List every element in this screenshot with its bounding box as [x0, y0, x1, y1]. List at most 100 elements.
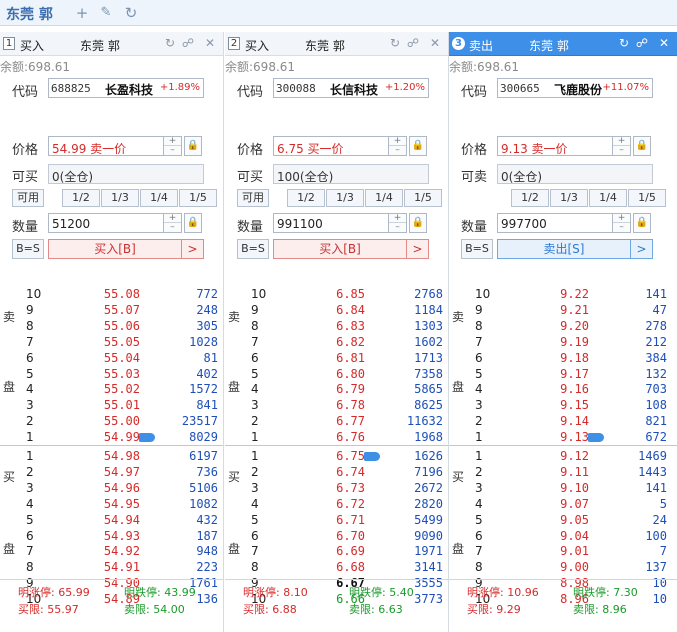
- link-icon[interactable]: ☍: [406, 36, 420, 50]
- ask-row[interactable]: 1 9.13 672: [449, 429, 677, 445]
- quantity-input[interactable]: 997700: [497, 213, 613, 233]
- fraction-button-2[interactable]: 1/2: [62, 189, 100, 207]
- ask-row[interactable]: 2 9.14 821: [449, 413, 677, 429]
- ask-row[interactable]: 3 55.01 841: [0, 397, 223, 413]
- stock-code-input[interactable]: 300088 长信科技 +1.20%: [273, 78, 429, 98]
- stepper-down-icon[interactable]: –: [389, 223, 406, 232]
- b-equals-s-button[interactable]: B=S: [237, 239, 269, 259]
- bid-row[interactable]: 8 6.68 3141: [225, 559, 448, 575]
- fraction-button-5[interactable]: 1/5: [404, 189, 442, 207]
- edit-icon[interactable]: ✎: [96, 3, 116, 23]
- ask-row[interactable]: 4 9.16 703: [449, 381, 677, 397]
- bid-row[interactable]: 1 54.98 6197: [0, 448, 223, 464]
- bid-row[interactable]: 3 54.96 5106: [0, 480, 223, 496]
- fraction-button-4[interactable]: 1/4: [589, 189, 627, 207]
- ask-row[interactable]: 1 6.76 1968: [225, 429, 448, 445]
- fraction-button-4[interactable]: 1/4: [140, 189, 178, 207]
- ask-row[interactable]: 5 55.03 402: [0, 366, 223, 382]
- ask-row[interactable]: 8 6.83 1303: [225, 318, 448, 334]
- price-input[interactable]: 54.99 卖一价: [48, 136, 164, 156]
- fraction-button-3[interactable]: 1/3: [326, 189, 364, 207]
- bid-row[interactable]: 3 9.10 141: [449, 480, 677, 496]
- refresh-icon[interactable]: ↻: [121, 3, 141, 23]
- bid-row[interactable]: 2 6.74 7196: [225, 464, 448, 480]
- fraction-button-2[interactable]: 1/2: [511, 189, 549, 207]
- bid-row[interactable]: 4 54.95 1082: [0, 496, 223, 512]
- ask-row[interactable]: 6 6.81 1713: [225, 350, 448, 366]
- bid-row[interactable]: 8 9.00 137: [449, 559, 677, 575]
- quantity-input[interactable]: 991100: [273, 213, 389, 233]
- price-input[interactable]: 9.13 卖一价: [497, 136, 613, 156]
- quantity-stepper[interactable]: + –: [164, 213, 182, 233]
- chevron-right-icon[interactable]: >: [407, 239, 429, 259]
- fraction-button-3[interactable]: 1/3: [550, 189, 588, 207]
- lock-icon[interactable]: 🔒: [633, 136, 651, 156]
- bid-row[interactable]: 1 6.75 1626: [225, 448, 448, 464]
- ask-row[interactable]: 7 9.19 212: [449, 334, 677, 350]
- link-icon[interactable]: ☍: [181, 36, 195, 50]
- ask-row[interactable]: 5 9.17 132: [449, 366, 677, 382]
- ask-row[interactable]: 5 6.80 7358: [225, 366, 448, 382]
- fraction-button-5[interactable]: 1/5: [628, 189, 666, 207]
- ask-row[interactable]: 7 6.82 1602: [225, 334, 448, 350]
- ask-row[interactable]: 7 55.05 1028: [0, 334, 223, 350]
- available-button[interactable]: 可用: [237, 189, 269, 207]
- ask-row[interactable]: 8 9.20 278: [449, 318, 677, 334]
- lock-icon[interactable]: 🔒: [633, 213, 651, 233]
- ask-row[interactable]: 10 9.22 141: [449, 286, 677, 302]
- panel-header[interactable]: 1 买入 东莞 郭 ↻ ☍ ✕: [0, 32, 223, 56]
- quantity-stepper[interactable]: + –: [389, 213, 407, 233]
- quantity-input[interactable]: 51200: [48, 213, 164, 233]
- close-icon[interactable]: ✕: [428, 36, 442, 50]
- bid-row[interactable]: 7 54.92 948: [0, 543, 223, 559]
- bid-row[interactable]: 6 6.70 9090: [225, 528, 448, 544]
- ask-row[interactable]: 9 55.07 248: [0, 302, 223, 318]
- bid-row[interactable]: 5 54.94 432: [0, 512, 223, 528]
- ask-row[interactable]: 10 55.08 772: [0, 286, 223, 302]
- stock-code-input[interactable]: 300665 飞鹿股份 +11.07%: [497, 78, 653, 98]
- fraction-button-3[interactable]: 1/3: [101, 189, 139, 207]
- close-icon[interactable]: ✕: [657, 36, 671, 50]
- price-stepper[interactable]: + –: [389, 136, 407, 156]
- panel-header[interactable]: 3 卖出 东莞 郭 ↻ ☍ ✕: [449, 32, 677, 56]
- ask-row[interactable]: 10 6.85 2768: [225, 286, 448, 302]
- bid-row[interactable]: 3 6.73 2672: [225, 480, 448, 496]
- close-icon[interactable]: ✕: [203, 36, 217, 50]
- stepper-down-icon[interactable]: –: [389, 146, 406, 155]
- refresh-icon[interactable]: ↻: [388, 36, 402, 50]
- submit-order-button[interactable]: 卖出[S]: [497, 239, 631, 259]
- bid-row[interactable]: 4 9.07 5: [449, 496, 677, 512]
- ask-row[interactable]: 8 55.06 305: [0, 318, 223, 334]
- stepper-down-icon[interactable]: –: [164, 223, 181, 232]
- ask-row[interactable]: 3 6.78 8625: [225, 397, 448, 413]
- bid-row[interactable]: 1 9.12 1469: [449, 448, 677, 464]
- bid-row[interactable]: 7 9.01 7: [449, 543, 677, 559]
- bid-row[interactable]: 2 9.11 1443: [449, 464, 677, 480]
- bid-row[interactable]: 7 6.69 1971: [225, 543, 448, 559]
- add-icon[interactable]: +: [72, 3, 92, 23]
- b-equals-s-button[interactable]: B=S: [461, 239, 493, 259]
- submit-order-button[interactable]: 买入[B]: [273, 239, 407, 259]
- stepper-down-icon[interactable]: –: [164, 146, 181, 155]
- ask-row[interactable]: 1 54.99 8029: [0, 429, 223, 445]
- panel-header[interactable]: 2 买入 东莞 郭 ↻ ☍ ✕: [225, 32, 448, 56]
- bid-row[interactable]: 8 54.91 223: [0, 559, 223, 575]
- price-input[interactable]: 6.75 买一价: [273, 136, 389, 156]
- refresh-icon[interactable]: ↻: [163, 36, 177, 50]
- link-icon[interactable]: ☍: [635, 36, 649, 50]
- bid-row[interactable]: 5 6.71 5499: [225, 512, 448, 528]
- submit-order-button[interactable]: 买入[B]: [48, 239, 182, 259]
- available-button[interactable]: 可用: [12, 189, 44, 207]
- bid-row[interactable]: 2 54.97 736: [0, 464, 223, 480]
- ask-row[interactable]: 9 9.21 47: [449, 302, 677, 318]
- stepper-down-icon[interactable]: –: [613, 146, 630, 155]
- price-stepper[interactable]: + –: [164, 136, 182, 156]
- stepper-down-icon[interactable]: –: [613, 223, 630, 232]
- price-stepper[interactable]: + –: [613, 136, 631, 156]
- ask-row[interactable]: 4 55.02 1572: [0, 381, 223, 397]
- lock-icon[interactable]: 🔒: [184, 136, 202, 156]
- bid-row[interactable]: 6 54.93 187: [0, 528, 223, 544]
- ask-row[interactable]: 2 6.77 11632: [225, 413, 448, 429]
- ask-row[interactable]: 9 6.84 1184: [225, 302, 448, 318]
- bid-row[interactable]: 5 9.05 24: [449, 512, 677, 528]
